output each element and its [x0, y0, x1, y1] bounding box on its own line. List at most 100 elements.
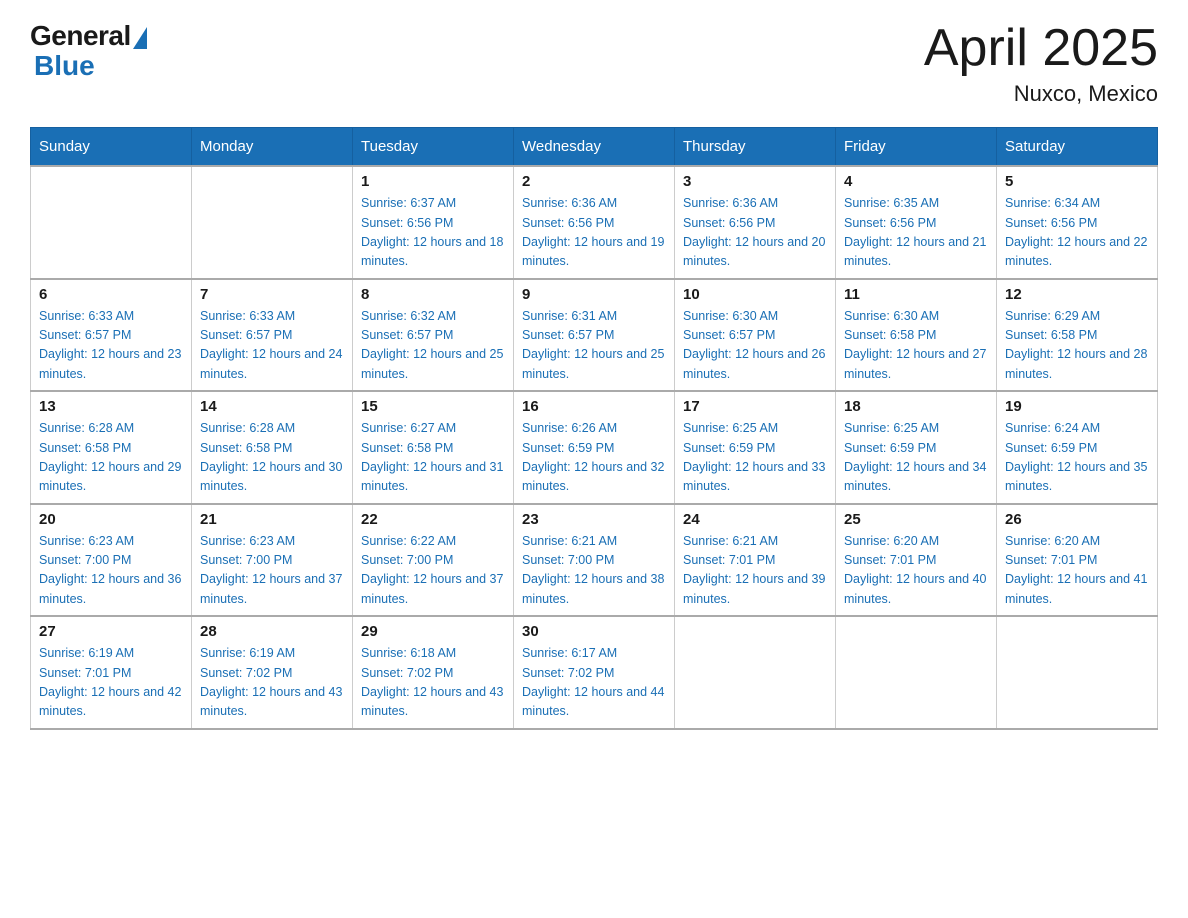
- calendar-week-row: 1 Sunrise: 6:37 AMSunset: 6:56 PMDaylight…: [31, 166, 1158, 279]
- day-number: 7: [200, 286, 344, 303]
- calendar-cell: 7 Sunrise: 6:33 AMSunset: 6:57 PMDaylight…: [192, 279, 353, 392]
- calendar-cell: [31, 166, 192, 279]
- calendar-cell: [836, 616, 997, 729]
- logo-blue-text: Blue: [30, 50, 95, 82]
- day-info: Sunrise: 6:25 AMSunset: 6:59 PMDaylight:…: [683, 419, 827, 497]
- day-info: Sunrise: 6:32 AMSunset: 6:57 PMDaylight:…: [361, 307, 505, 385]
- day-number: 13: [39, 398, 183, 415]
- day-info: Sunrise: 6:30 AMSunset: 6:57 PMDaylight:…: [683, 307, 827, 385]
- day-info: Sunrise: 6:26 AMSunset: 6:59 PMDaylight:…: [522, 419, 666, 497]
- calendar-cell: 3Sunrise: 6:36 AMSunset: 6:56 PMDaylight…: [675, 166, 836, 279]
- day-number: 10: [683, 286, 827, 303]
- calendar-cell: 28 Sunrise: 6:19 AMSunset: 7:02 PMDayligh…: [192, 616, 353, 729]
- calendar-cell: 30Sunrise: 6:17 AMSunset: 7:02 PMDayligh…: [514, 616, 675, 729]
- day-info: Sunrise: 6:27 AMSunset: 6:58 PMDaylight:…: [361, 419, 505, 497]
- day-number: 5: [1005, 173, 1149, 190]
- day-info: Sunrise: 6:20 AMSunset: 7:01 PMDaylight:…: [1005, 532, 1149, 610]
- calendar-cell: [192, 166, 353, 279]
- calendar-cell: [675, 616, 836, 729]
- day-info: Sunrise: 6:21 AMSunset: 7:00 PMDaylight:…: [522, 532, 666, 610]
- calendar-cell: 23Sunrise: 6:21 AMSunset: 7:00 PMDayligh…: [514, 504, 675, 617]
- day-info: Sunrise: 6:28 AMSunset: 6:58 PMDaylight:…: [200, 419, 344, 497]
- calendar-cell: 10 Sunrise: 6:30 AMSunset: 6:57 PMDayligh…: [675, 279, 836, 392]
- logo-triangle-icon: [133, 27, 147, 49]
- calendar-week-row: 20 Sunrise: 6:23 AMSunset: 7:00 PMDayligh…: [31, 504, 1158, 617]
- calendar-cell: 8 Sunrise: 6:32 AMSunset: 6:57 PMDaylight…: [353, 279, 514, 392]
- day-info: Sunrise: 6:22 AMSunset: 7:00 PMDaylight:…: [361, 532, 505, 610]
- day-info: Sunrise: 6:33 AMSunset: 6:57 PMDaylight:…: [39, 307, 183, 385]
- day-info: Sunrise: 6:37 AMSunset: 6:56 PMDaylight:…: [361, 194, 505, 272]
- calendar-cell: 11 Sunrise: 6:30 AMSunset: 6:58 PMDayligh…: [836, 279, 997, 392]
- day-number: 12: [1005, 286, 1149, 303]
- location-subtitle: Nuxco, Mexico: [924, 81, 1158, 107]
- calendar-week-row: 27Sunrise: 6:19 AMSunset: 7:01 PMDayligh…: [31, 616, 1158, 729]
- day-number: 20: [39, 511, 183, 528]
- day-number: 29: [361, 623, 505, 640]
- calendar-cell: 13 Sunrise: 6:28 AMSunset: 6:58 PMDayligh…: [31, 391, 192, 504]
- calendar-cell: 14 Sunrise: 6:28 AMSunset: 6:58 PMDayligh…: [192, 391, 353, 504]
- weekday-header-sunday: Sunday: [31, 128, 192, 167]
- day-info: Sunrise: 6:28 AMSunset: 6:58 PMDaylight:…: [39, 419, 183, 497]
- day-info: Sunrise: 6:34 AMSunset: 6:56 PMDaylight:…: [1005, 194, 1149, 272]
- day-number: 22: [361, 511, 505, 528]
- calendar-cell: 22 Sunrise: 6:22 AMSunset: 7:00 PMDayligh…: [353, 504, 514, 617]
- day-number: 11: [844, 286, 988, 303]
- day-number: 1: [361, 173, 505, 190]
- day-info: Sunrise: 6:23 AMSunset: 7:00 PMDaylight:…: [200, 532, 344, 610]
- day-number: 3: [683, 173, 827, 190]
- calendar-cell: 16 Sunrise: 6:26 AMSunset: 6:59 PMDayligh…: [514, 391, 675, 504]
- day-number: 2: [522, 173, 666, 190]
- day-info: Sunrise: 6:23 AMSunset: 7:00 PMDaylight:…: [39, 532, 183, 610]
- calendar-cell: 20 Sunrise: 6:23 AMSunset: 7:00 PMDayligh…: [31, 504, 192, 617]
- day-number: 17: [683, 398, 827, 415]
- calendar-cell: 27Sunrise: 6:19 AMSunset: 7:01 PMDayligh…: [31, 616, 192, 729]
- day-number: 26: [1005, 511, 1149, 528]
- calendar-cell: 4Sunrise: 6:35 AMSunset: 6:56 PMDaylight…: [836, 166, 997, 279]
- page-header: General Blue April 2025 Nuxco, Mexico: [30, 20, 1158, 107]
- calendar-cell: 26 Sunrise: 6:20 AMSunset: 7:01 PMDayligh…: [997, 504, 1158, 617]
- title-area: April 2025 Nuxco, Mexico: [924, 20, 1158, 107]
- day-info: Sunrise: 6:30 AMSunset: 6:58 PMDaylight:…: [844, 307, 988, 385]
- day-number: 8: [361, 286, 505, 303]
- calendar-table: SundayMondayTuesdayWednesdayThursdayFrid…: [30, 127, 1158, 730]
- calendar-cell: 21Sunrise: 6:23 AMSunset: 7:00 PMDayligh…: [192, 504, 353, 617]
- logo-general-text: General: [30, 20, 131, 52]
- day-info: Sunrise: 6:25 AMSunset: 6:59 PMDaylight:…: [844, 419, 988, 497]
- calendar-cell: 9 Sunrise: 6:31 AMSunset: 6:57 PMDaylight…: [514, 279, 675, 392]
- weekday-header-thursday: Thursday: [675, 128, 836, 167]
- day-info: Sunrise: 6:31 AMSunset: 6:57 PMDaylight:…: [522, 307, 666, 385]
- weekday-header-friday: Friday: [836, 128, 997, 167]
- weekday-header-monday: Monday: [192, 128, 353, 167]
- month-year-title: April 2025: [924, 20, 1158, 77]
- calendar-cell: 15 Sunrise: 6:27 AMSunset: 6:58 PMDayligh…: [353, 391, 514, 504]
- logo: General Blue: [30, 20, 147, 82]
- calendar-cell: 18 Sunrise: 6:25 AMSunset: 6:59 PMDayligh…: [836, 391, 997, 504]
- day-info: Sunrise: 6:36 AMSunset: 6:56 PMDaylight:…: [522, 194, 666, 272]
- day-number: 16: [522, 398, 666, 415]
- day-info: Sunrise: 6:33 AMSunset: 6:57 PMDaylight:…: [200, 307, 344, 385]
- day-info: Sunrise: 6:29 AMSunset: 6:58 PMDaylight:…: [1005, 307, 1149, 385]
- day-number: 4: [844, 173, 988, 190]
- calendar-cell: 25Sunrise: 6:20 AMSunset: 7:01 PMDayligh…: [836, 504, 997, 617]
- day-number: 28: [200, 623, 344, 640]
- calendar-cell: 12 Sunrise: 6:29 AMSunset: 6:58 PMDayligh…: [997, 279, 1158, 392]
- day-number: 6: [39, 286, 183, 303]
- day-info: Sunrise: 6:19 AMSunset: 7:01 PMDaylight:…: [39, 644, 183, 722]
- day-number: 9: [522, 286, 666, 303]
- day-number: 19: [1005, 398, 1149, 415]
- calendar-cell: 19 Sunrise: 6:24 AMSunset: 6:59 PMDayligh…: [997, 391, 1158, 504]
- day-info: Sunrise: 6:19 AMSunset: 7:02 PMDaylight:…: [200, 644, 344, 722]
- day-number: 15: [361, 398, 505, 415]
- day-number: 14: [200, 398, 344, 415]
- day-info: Sunrise: 6:17 AMSunset: 7:02 PMDaylight:…: [522, 644, 666, 722]
- calendar-cell: 1 Sunrise: 6:37 AMSunset: 6:56 PMDaylight…: [353, 166, 514, 279]
- calendar-week-row: 13 Sunrise: 6:28 AMSunset: 6:58 PMDayligh…: [31, 391, 1158, 504]
- day-info: Sunrise: 6:24 AMSunset: 6:59 PMDaylight:…: [1005, 419, 1149, 497]
- calendar-cell: 2 Sunrise: 6:36 AMSunset: 6:56 PMDaylight…: [514, 166, 675, 279]
- day-number: 25: [844, 511, 988, 528]
- weekday-header-saturday: Saturday: [997, 128, 1158, 167]
- day-info: Sunrise: 6:18 AMSunset: 7:02 PMDaylight:…: [361, 644, 505, 722]
- day-number: 18: [844, 398, 988, 415]
- calendar-cell: 29 Sunrise: 6:18 AMSunset: 7:02 PMDayligh…: [353, 616, 514, 729]
- day-info: Sunrise: 6:21 AMSunset: 7:01 PMDaylight:…: [683, 532, 827, 610]
